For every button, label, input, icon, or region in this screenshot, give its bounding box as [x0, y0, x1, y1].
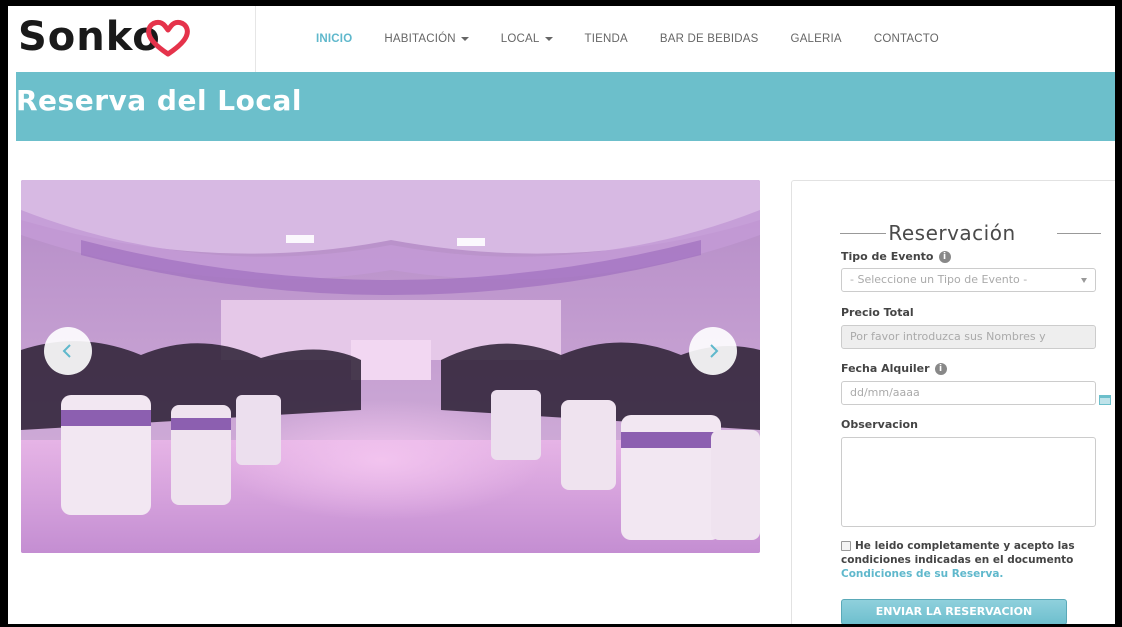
nav-item-inicio[interactable]: INICIO: [316, 33, 352, 45]
event-type-select[interactable]: - Seleccione un Tipo de Evento -: [841, 268, 1096, 292]
date-placeholder: dd/mm/aaaa: [850, 386, 920, 399]
date-label-text: Fecha Alquiler: [841, 362, 930, 375]
chevron-down-icon: [544, 36, 553, 41]
reservation-form: Reservación Tipo de Evento i - Seleccione…: [791, 180, 1115, 624]
image-carousel: [21, 180, 760, 553]
calendar-icon[interactable]: [1099, 394, 1111, 405]
carousel-prev-button[interactable]: [44, 327, 92, 375]
chevron-down-icon: [1081, 278, 1087, 283]
info-icon[interactable]: i: [938, 251, 951, 263]
terms-checkbox[interactable]: [841, 541, 851, 551]
chevron-down-icon: [460, 36, 469, 41]
nav-item-label: GALERIA: [790, 33, 842, 45]
page-title: Reserva del Local: [16, 84, 302, 117]
banquet-hall-photo: [21, 180, 760, 553]
nav-item-label: CONTACTO: [873, 33, 939, 45]
terms-text: He leido completamente y acepto las cond…: [841, 540, 1075, 566]
date-input[interactable]: dd/mm/aaaa: [841, 381, 1096, 405]
top-navbar: Sonko INICIO HABITACIÓN LOCAL TIENDA BAR DE …: [8, 6, 1115, 72]
notes-label: Observacion: [841, 418, 918, 431]
nav-item-galeria[interactable]: GALERIA: [791, 33, 842, 45]
nav-item-label: HABITACIÓN: [384, 33, 456, 45]
price-placeholder: Por favor introduzca sus Nombres y: [850, 330, 1046, 343]
page: Sonko INICIO HABITACIÓN LOCAL TIENDA BAR DE …: [8, 6, 1115, 624]
event-type-label: Tipo de Evento i: [841, 250, 951, 263]
nav-item-label: INICIO: [316, 33, 353, 45]
terms-agreement: He leido completamente y acepto las cond…: [841, 539, 1099, 581]
nav-item-habitaci-n[interactable]: HABITACIÓN: [384, 33, 469, 45]
price-input[interactable]: Por favor introduzca sus Nombres y: [841, 325, 1096, 349]
notes-textarea[interactable]: [841, 437, 1096, 527]
nav-menu: INICIO HABITACIÓN LOCAL TIENDA BAR DE BEBIDA…: [256, 6, 971, 72]
nav-item-contacto[interactable]: CONTACTO: [874, 33, 939, 45]
event-type-label-text: Tipo de Evento: [841, 250, 934, 263]
price-label: Precio Total: [841, 306, 914, 319]
date-label: Fecha Alquiler i: [841, 362, 947, 375]
nav-item-local[interactable]: LOCAL: [501, 33, 553, 45]
logo[interactable]: Sonko: [8, 6, 256, 72]
chevron-left-icon: [62, 344, 71, 358]
nav-item-label: BAR DE BEBIDAS: [659, 33, 759, 45]
title-divider-right: [1057, 233, 1101, 234]
logo-text: Sonko: [18, 14, 161, 60]
chevron-right-icon: [710, 344, 719, 358]
carousel-next-button[interactable]: [689, 327, 737, 375]
nav-item-bar-de-bebidas[interactable]: BAR DE BEBIDAS: [660, 33, 759, 45]
page-banner: Reserva del Local: [16, 72, 1115, 141]
event-type-value: - Seleccione un Tipo de Evento -: [850, 273, 1028, 286]
info-icon[interactable]: i: [934, 363, 947, 375]
heart-icon: [146, 19, 190, 57]
nav-item-label: TIENDA: [584, 33, 628, 45]
nav-item-tienda[interactable]: TIENDA: [585, 33, 628, 45]
nav-item-label: LOCAL: [500, 33, 540, 45]
terms-link[interactable]: Condiciones de su Reserva.: [841, 568, 1003, 580]
submit-reservation-button[interactable]: ENVIAR LA RESERVACION: [841, 599, 1067, 624]
